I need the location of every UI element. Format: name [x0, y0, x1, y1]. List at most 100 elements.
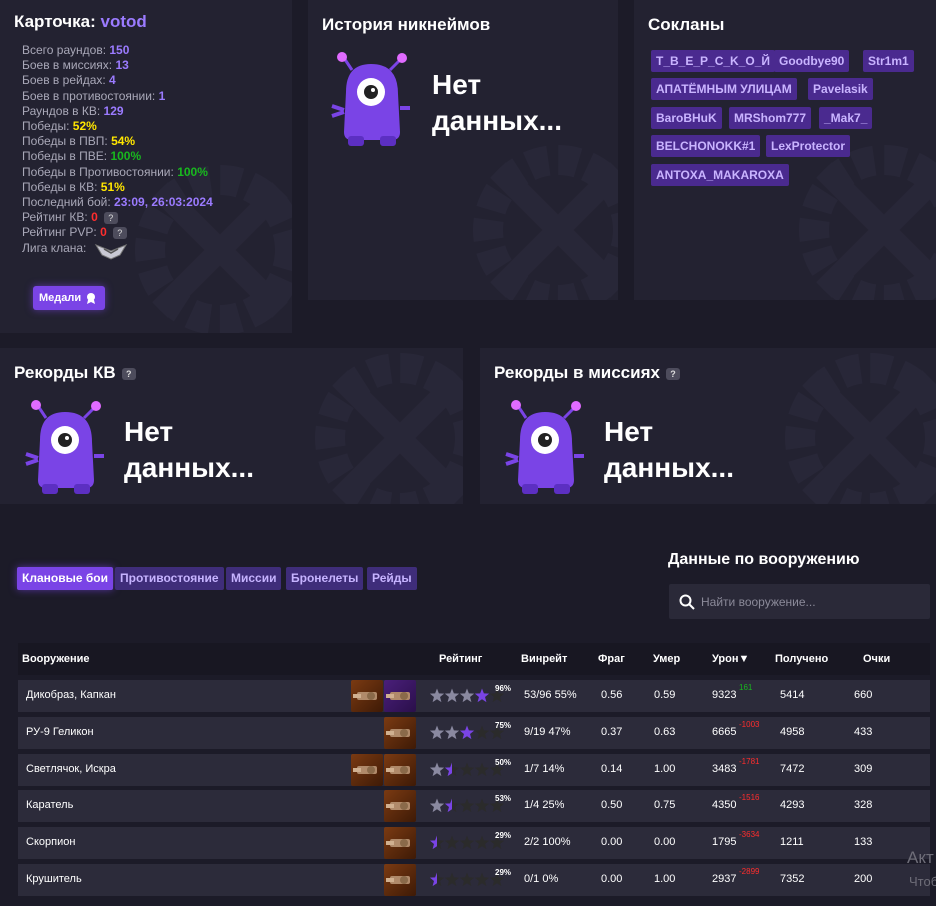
records-kv-title-text: Рекорды КВ — [14, 363, 116, 382]
cell-frag: 0.00 — [601, 873, 623, 885]
col-received[interactable]: Получено — [775, 653, 828, 665]
rating-percent: 50% — [495, 757, 512, 767]
cell-points: 328 — [854, 799, 873, 812]
weapons-data-title: Данные по вооружению — [668, 551, 860, 568]
clan-tag[interactable]: Goodbye90 — [774, 50, 850, 72]
stat-label: Победы: — [22, 119, 70, 134]
cell-frag: 0.14 — [601, 762, 623, 775]
col-points[interactable]: Очки — [863, 653, 890, 665]
cell-received: 5414 — [780, 689, 805, 701]
weapon-search-input[interactable] — [701, 594, 901, 609]
no-data-text: Нет данных... — [432, 67, 562, 139]
card-title-prefix: Карточка: — [14, 12, 96, 31]
no-data-line1: Нет — [432, 69, 482, 100]
table-row[interactable]: РУ-9 Геликон 75% 9/19 47% 0.37 0.63 6665 -1003… — [18, 716, 930, 749]
col-weapon[interactable]: Вооружение — [22, 653, 90, 665]
stat-value: 100% — [110, 149, 142, 164]
medals-button[interactable]: Медали — [33, 286, 105, 310]
stat-label: Раундов в КВ: — [22, 103, 101, 118]
help-icon[interactable]: ? — [121, 367, 136, 380]
clan-tag[interactable]: MRShom777 — [729, 107, 812, 129]
weapon-thumbnail — [384, 864, 416, 896]
cell-points: 200 — [854, 873, 873, 885]
clan-tag[interactable]: BaroBHuK — [651, 107, 722, 129]
stat-label: Рейтинг КВ: — [22, 210, 88, 225]
clan-tag[interactable]: T_B_E_P_C_K_O_Й — [651, 50, 776, 72]
nickname-history-panel: История никнеймов Нет данных... — [308, 0, 618, 300]
stat-label: Последний бой: — [22, 195, 111, 210]
clan-tag[interactable]: BELCHONOKK#1 — [651, 135, 761, 157]
cell-name: Дикобраз, Капкан — [26, 689, 116, 701]
cell-died: 1.00 — [654, 762, 676, 775]
stat-row: Рейтинг PVP: 0? — [22, 225, 213, 240]
weapon-thumbnail — [351, 753, 383, 786]
stat-row: Последний бой: 23:09, 26:03:2024 — [22, 195, 213, 210]
monster-mascot-icon — [505, 400, 584, 494]
tab-clan-battles[interactable]: Клановые бои — [17, 567, 113, 590]
stats-list: Всего раундов: 150 Боев в миссиях: 13 Боев… — [22, 43, 213, 261]
stat-row: Боев в рейдах: 4 — [22, 73, 213, 88]
table-row[interactable]: Светлячок, Искра 50% 1/7 14% 0.14 1.00 3483 -1… — [18, 753, 930, 786]
cell-frag: 0.37 — [601, 725, 623, 738]
table-row[interactable]: Скорпион 29% 2/2 100% 0.00 0.00 1795 -3634 1211… — [18, 827, 930, 860]
cell-damage: 6665 — [712, 725, 737, 738]
activation-watermark-sub: Чтоб — [909, 874, 936, 889]
help-icon[interactable]: ? — [103, 212, 118, 225]
weapon-thumbnail — [351, 680, 383, 712]
no-data-line1: Нет — [124, 416, 174, 447]
stat-value: 0 — [91, 210, 98, 225]
clan-tag[interactable]: Pavelasik — [808, 78, 873, 100]
clan-tag[interactable]: ANTOXA_MAKAROXA — [651, 164, 789, 186]
tab-raids[interactable]: Рейды — [367, 567, 417, 590]
player-nickname: votod — [100, 12, 147, 31]
stat-label: Победы в ПВП: — [22, 134, 108, 149]
cell-frag: 0.50 — [601, 799, 623, 812]
clan-tag[interactable]: _Mak7_ — [819, 107, 873, 129]
stat-row: Победы: 52% — [22, 119, 213, 134]
weapon-thumbnail — [384, 827, 416, 860]
records-missions-title: Рекорды в миссиях? — [494, 363, 680, 383]
tab-armored-jets[interactable]: Бронелеты — [286, 567, 364, 590]
stat-value: 129 — [103, 103, 124, 118]
cell-damage: 2937 — [712, 873, 737, 885]
cell-points: 309 — [854, 762, 873, 775]
stat-label: Победы в КВ: — [22, 179, 98, 194]
no-data-line2: данных... — [432, 105, 562, 136]
table-row[interactable]: Крушитель 29% 0/1 0% 0.00 1.00 2937 -2899 7352 2… — [18, 864, 930, 896]
weapon-search-box[interactable] — [669, 584, 930, 619]
tab-missions[interactable]: Миссии — [226, 567, 282, 590]
card-title: Карточка: votod — [14, 12, 147, 32]
stat-value: 4 — [109, 73, 116, 88]
col-deaths[interactable]: Умер — [653, 653, 680, 665]
stat-row: Победы в ПВП: 54% — [22, 134, 213, 149]
cell-points: 133 — [854, 836, 873, 849]
col-damage[interactable]: Урон▼ — [712, 653, 749, 665]
col-frags[interactable]: Фраг — [598, 653, 625, 665]
player-card-panel: Карточка: votod Всего раундов: 150 Боев в… — [0, 0, 292, 333]
tab-confrontation[interactable]: Противостояние — [115, 567, 224, 590]
no-data-line1: Нет — [604, 416, 654, 447]
table-row[interactable]: Дикобраз, Капкан 96% 53/96 55% 0.56 0.59 9323… — [18, 680, 930, 712]
weapon-thumbnail — [384, 716, 416, 749]
monster-mascot-icon — [331, 52, 410, 146]
cell-received: 7472 — [780, 762, 805, 775]
help-icon[interactable]: ? — [665, 367, 680, 380]
rating-percent: 29% — [495, 831, 512, 841]
cell-name: РУ-9 Геликон — [26, 725, 94, 738]
col-winrate[interactable]: Винрейт — [521, 653, 567, 665]
col-rating[interactable]: Рейтинг — [439, 653, 482, 665]
clan-tag[interactable]: АПАТЁМНЫМ УЛИЦАМ — [651, 78, 797, 100]
help-icon[interactable]: ? — [112, 227, 127, 240]
clan-tag[interactable]: Str1m1 — [863, 50, 914, 72]
no-data-text: Нет данных... — [124, 414, 254, 486]
no-data-text: Нет данных... — [604, 414, 734, 486]
no-data-line2: данных... — [124, 452, 254, 483]
damage-delta: -1781 — [739, 756, 760, 766]
damage-delta: -3634 — [739, 830, 760, 840]
table-row[interactable]: Каратель 53% 1/4 25% 0.50 0.75 4350 -1516 4293 3… — [18, 790, 930, 823]
rating-percent: 75% — [495, 720, 512, 730]
damage-delta: -1003 — [739, 719, 760, 729]
clan-tag[interactable]: LexProtector — [766, 135, 851, 157]
cell-damage: 1795 — [712, 836, 737, 849]
stat-row: Победы в КВ: 51% — [22, 180, 213, 195]
